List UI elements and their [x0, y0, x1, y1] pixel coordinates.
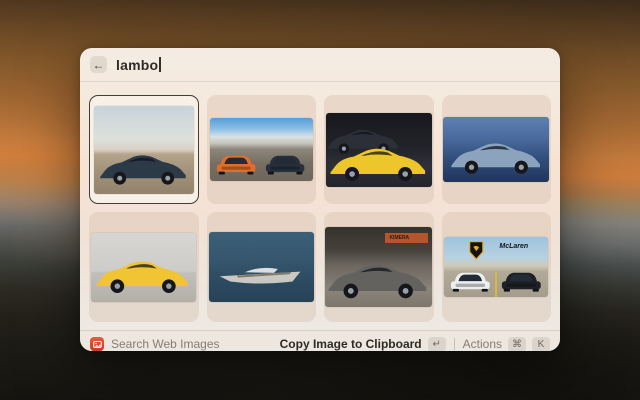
footer-divider — [454, 338, 455, 350]
search-query-text: lambo — [116, 57, 158, 73]
thumbnail-photo — [326, 113, 432, 187]
image-result-yellow-classic-lamborghini-show[interactable] — [324, 95, 434, 204]
actions-label[interactable]: Actions — [463, 337, 502, 351]
image-result-dark-blue-lamborghini-beach[interactable] — [89, 95, 199, 204]
image-result-gray-vision-gt-concept[interactable]: KIMERA — [324, 212, 434, 322]
thumbnail-photo — [210, 118, 313, 181]
thumbnail-photo: McLaren — [444, 237, 548, 297]
front-shape — [215, 151, 257, 175]
raycast-window: ← lambo — [80, 48, 560, 351]
image-result-yellow-aventador-showroom[interactable] — [89, 212, 199, 322]
image-result-lamborghini-yacht[interactable] — [207, 212, 317, 322]
car-shape — [326, 261, 429, 300]
cmd-key-badge: ⌘ — [508, 337, 526, 352]
back-button[interactable]: ← — [90, 56, 107, 73]
image-result-orange-lamborghini-vs-bmw[interactable] — [207, 95, 317, 204]
photo-text-label: McLaren — [499, 243, 528, 250]
extension-name: Search Web Images — [111, 337, 220, 351]
front-shape — [264, 151, 306, 175]
k-key-badge: K — [532, 337, 550, 352]
back-arrow-icon: ← — [93, 59, 105, 71]
car-shape — [328, 145, 428, 183]
thumbnail-photo — [91, 233, 196, 302]
photo-text-label: KIMERA — [389, 236, 409, 241]
front-shape — [500, 268, 543, 293]
rect-shape — [495, 272, 497, 297]
enter-key-badge: ↵ — [428, 337, 446, 352]
thumbnail-photo: KIMERA — [325, 227, 432, 307]
shield-shape — [469, 241, 484, 260]
image-glyph — [93, 340, 102, 349]
action-bar: Search Web Images Copy Image to Clipboar… — [80, 330, 560, 351]
boat-shape — [217, 263, 303, 286]
image-results-grid: KIMERA McLaren — [80, 82, 560, 330]
image-result-blue-lamborghini-studio[interactable] — [442, 95, 552, 204]
footer-actions: Copy Image to Clipboard ↵ Actions ⌘ K — [280, 337, 550, 352]
extension-info: Search Web Images — [90, 337, 220, 351]
text-caret — [159, 57, 161, 72]
car-shape — [449, 140, 542, 176]
car-shape — [98, 152, 188, 187]
search-input[interactable]: lambo — [116, 57, 161, 73]
image-result-lamborghini-vs-mclaren-dragrace[interactable]: McLaren — [442, 212, 552, 322]
front-shape — [449, 268, 492, 293]
car-shape — [94, 258, 191, 295]
thumbnail-photo — [443, 117, 549, 182]
primary-action-label[interactable]: Copy Image to Clipboard — [280, 337, 422, 351]
thumbnail-photo — [94, 106, 194, 194]
thumbnail-photo — [209, 232, 314, 302]
search-bar: ← lambo — [80, 48, 560, 82]
search-web-images-icon — [90, 337, 104, 351]
